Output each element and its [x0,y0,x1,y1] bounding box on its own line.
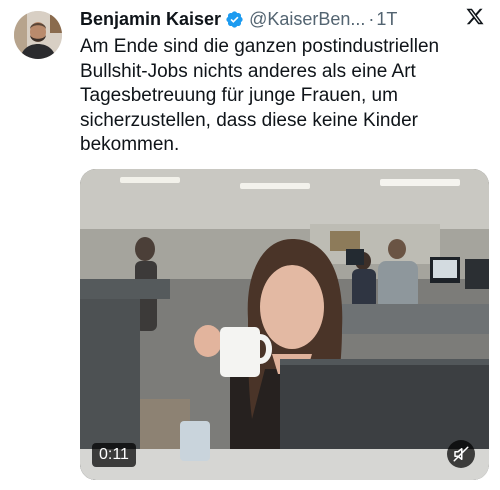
header-separator: · [368,8,375,29]
author-avatar[interactable] [14,11,62,59]
video-player[interactable]: 0:11 [80,169,489,480]
tweet: Benjamin Kaiser @KaiserBen... · 1T Am En… [0,0,500,490]
author-display-name[interactable]: Benjamin Kaiser [80,9,221,30]
verified-badge-icon [225,10,244,29]
x-logo-icon[interactable] [465,7,485,26]
tweet-text: Am Ende sind die ganzen postindustrielle… [80,36,440,155]
video-thumbnail [80,169,489,480]
video-duration: 0:11 [92,443,136,467]
author-handle[interactable]: @KaiserBen... [249,9,365,30]
muted-speaker-icon[interactable] [447,440,475,468]
tweet-header: Benjamin Kaiser @KaiserBen... · 1T [80,6,397,32]
tweet-timestamp[interactable]: 1T [376,9,397,30]
